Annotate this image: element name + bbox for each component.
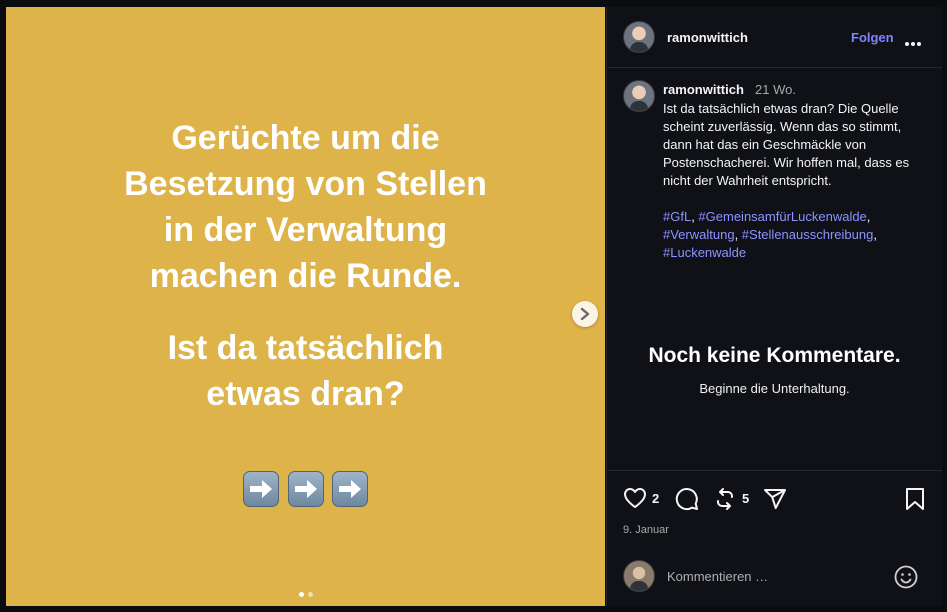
like-count[interactable]: 2 bbox=[652, 491, 659, 506]
follow-button[interactable]: Folgen bbox=[851, 30, 894, 45]
caption-text: Ist da tatsächlich etwas dran? Die Quell… bbox=[663, 101, 910, 188]
slide-text: Gerüchte um die Besetzung von Stellen in… bbox=[6, 115, 605, 417]
slide-line: Besetzung von Stellen bbox=[124, 165, 487, 203]
chevron-right-icon bbox=[580, 307, 590, 321]
carousel-dot bbox=[298, 592, 304, 597]
slide-line: machen die Runde. bbox=[149, 257, 462, 295]
hashtag-link[interactable]: #GemeinsamfürLuckenwalde bbox=[698, 209, 866, 224]
like-heart-icon[interactable] bbox=[623, 487, 647, 509]
slide-paragraph-2: Ist da tatsächlich etwas dran? bbox=[6, 325, 605, 417]
hashtag-link[interactable]: #Stellenausschreibung bbox=[742, 227, 874, 242]
arrow-emoji-row bbox=[6, 471, 605, 512]
carousel-dots bbox=[6, 592, 605, 597]
share-send-icon[interactable] bbox=[763, 487, 787, 511]
slide-line: etwas dran? bbox=[206, 375, 405, 413]
hashtags: #GfL, #GemeinsamfürLuckenwalde, #Verwalt… bbox=[663, 209, 877, 260]
hashtag-link[interactable]: #Verwaltung bbox=[663, 227, 735, 242]
no-comments-subtitle: Beginne die Unterhaltung. bbox=[699, 381, 850, 396]
comment-bar: Kommentieren … bbox=[607, 550, 942, 606]
next-slide-button[interactable] bbox=[572, 301, 598, 327]
save-bookmark-icon[interactable] bbox=[905, 487, 925, 511]
slide-line: in der Verwaltung bbox=[163, 211, 448, 249]
author-avatar[interactable] bbox=[623, 21, 655, 53]
right-arrow-emoji-icon bbox=[287, 471, 324, 507]
comment-bubble-icon[interactable] bbox=[675, 487, 699, 511]
right-arrow-emoji-icon bbox=[243, 471, 280, 507]
comment-input[interactable]: Kommentieren … bbox=[667, 569, 768, 584]
repost-icon[interactable] bbox=[713, 487, 737, 511]
post-sidebar: ramonwittich Folgen ramonwittich 21 Wo. … bbox=[606, 7, 942, 606]
emoji-icon[interactable] bbox=[893, 564, 919, 590]
post-media[interactable]: Gerüchte um die Besetzung von Stellen in… bbox=[6, 7, 605, 606]
carousel-dot bbox=[307, 592, 313, 597]
slide-line: Ist da tatsächlich bbox=[167, 329, 444, 367]
repost-count[interactable]: 5 bbox=[742, 491, 749, 506]
hashtag-link[interactable]: #Luckenwalde bbox=[663, 245, 746, 260]
post-date[interactable]: 9. Januar bbox=[623, 524, 669, 536]
author-username[interactable]: ramonwittich bbox=[667, 30, 748, 45]
post-dialog: Gerüchte um die Besetzung von Stellen in… bbox=[0, 0, 947, 612]
slide-line: Gerüchte um die bbox=[171, 119, 440, 157]
no-comments-title: Noch keine Kommentare. bbox=[648, 344, 901, 367]
post-header: ramonwittich Folgen bbox=[607, 7, 942, 68]
caption-avatar[interactable] bbox=[623, 80, 655, 112]
more-options-icon[interactable] bbox=[905, 33, 923, 46]
post-time[interactable]: 21 Wo. bbox=[755, 82, 796, 97]
action-bar: 2 5 9. Januar bbox=[607, 470, 942, 551]
right-arrow-emoji-icon bbox=[331, 471, 368, 507]
slide-paragraph-1: Gerüchte um die Besetzung von Stellen in… bbox=[6, 115, 605, 299]
current-user-avatar bbox=[623, 560, 655, 592]
hashtag-link[interactable]: #GfL bbox=[663, 209, 691, 224]
caption-username[interactable]: ramonwittich bbox=[663, 82, 744, 97]
